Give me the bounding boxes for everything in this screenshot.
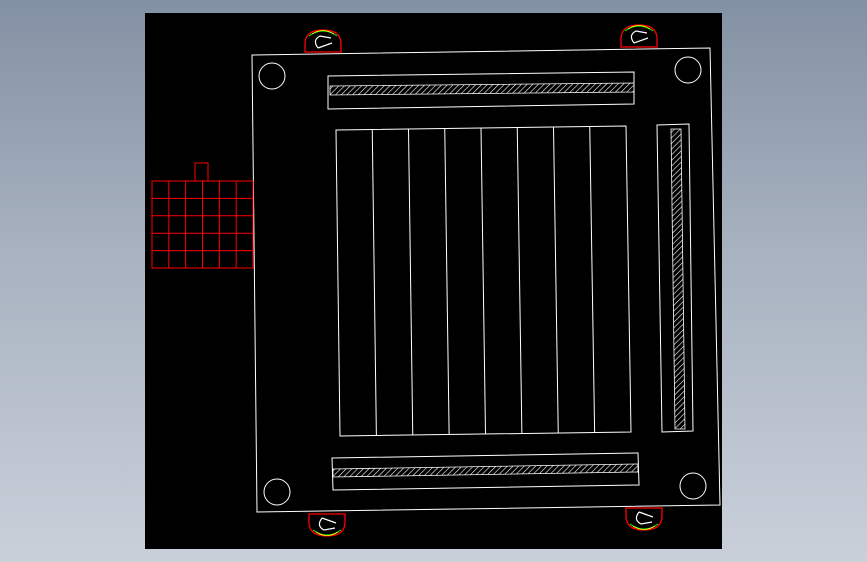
cad-viewport[interactable] [0,0,867,562]
cad-drawing[interactable] [0,0,867,562]
